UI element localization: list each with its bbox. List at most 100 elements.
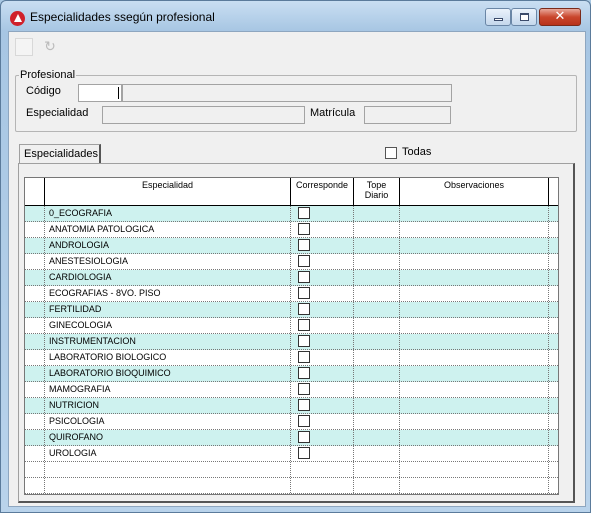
tope-diario-cell[interactable] bbox=[354, 366, 400, 381]
especialidad-field bbox=[102, 106, 305, 124]
especialidad-label: Especialidad bbox=[26, 107, 89, 119]
table-row[interactable]: LABORATORIO BIOQUIMICO bbox=[25, 366, 558, 382]
tope-diario-cell[interactable] bbox=[354, 478, 400, 493]
table-row[interactable]: CARDIOLOGIA bbox=[25, 270, 558, 286]
corresponde-checkbox[interactable] bbox=[298, 239, 310, 251]
table-row[interactable]: GINECOLOGIA bbox=[25, 318, 558, 334]
close-button[interactable]: ✕ bbox=[539, 8, 581, 26]
observaciones-cell[interactable] bbox=[400, 398, 549, 413]
corresponde-cell[interactable] bbox=[291, 478, 354, 493]
observaciones-cell[interactable] bbox=[400, 382, 549, 397]
tope-diario-cell[interactable] bbox=[354, 446, 400, 461]
codigo-input[interactable] bbox=[78, 84, 122, 102]
tope-diario-cell[interactable] bbox=[354, 382, 400, 397]
table-row[interactable]: INSTRUMENTACION bbox=[25, 334, 558, 350]
observaciones-cell[interactable] bbox=[400, 414, 549, 429]
corresponde-checkbox[interactable] bbox=[298, 415, 310, 427]
tope-diario-cell[interactable] bbox=[354, 238, 400, 253]
row-selector-cell bbox=[25, 286, 45, 301]
maximize-button[interactable] bbox=[511, 8, 537, 26]
column-header-especialidad[interactable]: Especialidad bbox=[45, 178, 291, 205]
table-row[interactable]: ANDROLOGIA bbox=[25, 238, 558, 254]
tab-especialidades[interactable]: Especialidades bbox=[19, 144, 101, 163]
column-header-observaciones[interactable]: Observaciones bbox=[400, 178, 549, 205]
observaciones-cell[interactable] bbox=[400, 430, 549, 445]
corresponde-checkbox[interactable] bbox=[298, 255, 310, 267]
corresponde-checkbox[interactable] bbox=[298, 383, 310, 395]
table-row[interactable]: LABORATORIO BIOLOGICO bbox=[25, 350, 558, 366]
refresh-toolbar-button[interactable]: ↻ bbox=[41, 38, 59, 56]
app-window: Especialidades ssegún profesional ✕ ↻ Pr… bbox=[0, 0, 591, 513]
observaciones-cell[interactable] bbox=[400, 318, 549, 333]
especialidad-text: LABORATORIO BIOLOGICO bbox=[49, 352, 167, 362]
corresponde-cell[interactable] bbox=[291, 462, 354, 477]
title-bar[interactable]: Especialidades ssegún profesional ✕ bbox=[1, 1, 590, 31]
column-header-tope-diario[interactable]: Tope Diario bbox=[354, 178, 400, 205]
table-row[interactable]: NUTRICION bbox=[25, 398, 558, 414]
row-selector-cell bbox=[25, 462, 45, 477]
corresponde-checkbox[interactable] bbox=[298, 367, 310, 379]
observaciones-cell[interactable] bbox=[400, 350, 549, 365]
tope-diario-cell[interactable] bbox=[354, 462, 400, 477]
tope-diario-cell[interactable] bbox=[354, 286, 400, 301]
close-icon: ✕ bbox=[554, 9, 566, 24]
tope-diario-cell[interactable] bbox=[354, 398, 400, 413]
todas-checkbox[interactable] bbox=[385, 147, 397, 159]
observaciones-cell[interactable] bbox=[400, 270, 549, 285]
especialidad-cell[interactable] bbox=[45, 478, 291, 493]
tope-diario-cell[interactable] bbox=[354, 350, 400, 365]
observaciones-cell[interactable] bbox=[400, 286, 549, 301]
column-header-corresponde[interactable]: Corresponde bbox=[291, 178, 354, 205]
corresponde-checkbox[interactable] bbox=[298, 431, 310, 443]
todas-label: Todas bbox=[402, 146, 432, 158]
especialidades-grid[interactable]: Especialidad Corresponde Tope Diario Obs… bbox=[24, 177, 559, 495]
especialidad-text: UROLOGIA bbox=[49, 448, 97, 458]
tope-diario-cell[interactable] bbox=[354, 334, 400, 349]
especialidad-text: ANDROLOGIA bbox=[49, 240, 110, 250]
table-row[interactable]: ECOGRAFIAS - 8VO. PISO bbox=[25, 286, 558, 302]
empty-table-row[interactable] bbox=[25, 478, 558, 494]
corresponde-checkbox[interactable] bbox=[298, 399, 310, 411]
tope-diario-cell[interactable] bbox=[354, 222, 400, 237]
corresponde-checkbox[interactable] bbox=[298, 335, 310, 347]
corresponde-checkbox[interactable] bbox=[298, 351, 310, 363]
table-row[interactable]: MAMOGRAFIA bbox=[25, 382, 558, 398]
observaciones-cell[interactable] bbox=[400, 462, 549, 477]
tope-diario-cell[interactable] bbox=[354, 270, 400, 285]
especialidad-cell[interactable] bbox=[45, 462, 291, 477]
row-selector-cell bbox=[25, 430, 45, 445]
table-row[interactable]: FERTILIDAD bbox=[25, 302, 558, 318]
corresponde-checkbox[interactable] bbox=[298, 447, 310, 459]
observaciones-cell[interactable] bbox=[400, 366, 549, 381]
tope-diario-cell[interactable] bbox=[354, 430, 400, 445]
tope-diario-cell[interactable] bbox=[354, 414, 400, 429]
especialidad-text: ANESTESIOLOGIA bbox=[49, 256, 129, 266]
corresponde-checkbox[interactable] bbox=[298, 271, 310, 283]
corresponde-checkbox[interactable] bbox=[298, 287, 310, 299]
table-row[interactable]: PSICOLOGIA bbox=[25, 414, 558, 430]
table-row[interactable]: 0_ECOGRAFIA bbox=[25, 206, 558, 222]
empty-table-row[interactable] bbox=[25, 462, 558, 478]
corresponde-checkbox[interactable] bbox=[298, 223, 310, 235]
observaciones-cell[interactable] bbox=[400, 334, 549, 349]
tope-diario-cell[interactable] bbox=[354, 318, 400, 333]
tope-diario-cell[interactable] bbox=[354, 206, 400, 221]
observaciones-cell[interactable] bbox=[400, 238, 549, 253]
observaciones-cell[interactable] bbox=[400, 478, 549, 493]
minimize-button[interactable] bbox=[485, 8, 511, 26]
observaciones-cell[interactable] bbox=[400, 222, 549, 237]
corresponde-checkbox[interactable] bbox=[298, 303, 310, 315]
observaciones-cell[interactable] bbox=[400, 206, 549, 221]
save-toolbar-button[interactable] bbox=[15, 38, 33, 56]
corresponde-checkbox[interactable] bbox=[298, 319, 310, 331]
corresponde-checkbox[interactable] bbox=[298, 207, 310, 219]
tope-diario-cell[interactable] bbox=[354, 302, 400, 317]
observaciones-cell[interactable] bbox=[400, 446, 549, 461]
tope-diario-cell[interactable] bbox=[354, 254, 400, 269]
observaciones-cell[interactable] bbox=[400, 254, 549, 269]
table-row[interactable]: ANATOMIA PATOLOGICA bbox=[25, 222, 558, 238]
table-row[interactable]: QUIROFANO bbox=[25, 430, 558, 446]
table-row[interactable]: ANESTESIOLOGIA bbox=[25, 254, 558, 270]
observaciones-cell[interactable] bbox=[400, 302, 549, 317]
table-row[interactable]: UROLOGIA bbox=[25, 446, 558, 462]
